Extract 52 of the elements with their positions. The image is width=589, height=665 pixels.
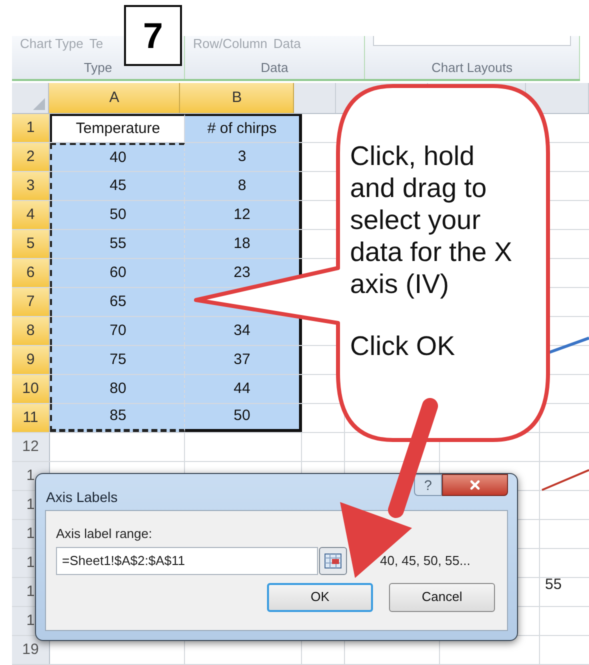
group-label: Data (260, 59, 288, 77)
table-cell: 18 (185, 230, 302, 258)
column-header[interactable]: B (180, 83, 294, 113)
table-cell: 80 (50, 375, 185, 403)
table-cell: 50 (50, 201, 185, 229)
row-header[interactable]: 7 (12, 288, 50, 316)
axis-label: 55 (545, 575, 562, 595)
table-cell: # of chirps (185, 114, 302, 142)
close-button[interactable] (442, 474, 508, 496)
table-cell: 12 (185, 201, 302, 229)
table-cell: 40 (50, 143, 185, 171)
field-label: Axis label range: (56, 525, 154, 543)
close-icon (468, 478, 482, 492)
table-cell: 60 (50, 259, 185, 287)
callout-note: Click OK (350, 330, 456, 362)
dialog-button[interactable]: Cancel (389, 582, 495, 612)
table-cell: 3 (185, 143, 302, 171)
table-cell: 44 (185, 375, 302, 403)
dialog-button[interactable]: OK (267, 582, 373, 612)
callout-text: Click, hold and drag to select your data for the X axis (IV) (350, 140, 514, 300)
table-cell: 50 (185, 404, 302, 432)
row-header[interactable]: 12 (12, 433, 50, 461)
row-header[interactable]: 10 (12, 375, 50, 403)
group-label: Type (84, 59, 112, 77)
table-cell: 70 (50, 317, 185, 345)
table-cell: 45 (50, 172, 185, 200)
range-input-field[interactable]: =Sheet1!$A$2:$A$11 (56, 546, 318, 574)
row-header[interactable]: 1 (12, 114, 50, 142)
row-header[interactable]: 8 (12, 317, 50, 345)
table-cell: 55 (50, 230, 185, 258)
step-number-badge: 7 (124, 5, 182, 66)
row-header[interactable]: 19 (12, 636, 50, 664)
row-header[interactable]: 5 (12, 230, 50, 258)
row-header[interactable]: 2 (12, 143, 50, 171)
row-header[interactable]: 11 (12, 404, 50, 432)
table-cell: 34 (185, 317, 302, 345)
preview-text: 40, 45, 50, 55... (380, 552, 470, 570)
column-header[interactable]: A (49, 83, 180, 113)
group-label: Chart Layouts (432, 59, 512, 77)
table-cell: 65 (50, 288, 185, 316)
range-select-icon (324, 552, 342, 568)
table-cell: Temperature (50, 114, 185, 142)
collapse-dialog-button[interactable] (319, 546, 347, 574)
table-cell: 8 (185, 172, 302, 200)
row-header[interactable]: 4 (12, 201, 50, 229)
row-header[interactable]: 3 (12, 172, 50, 200)
table-cell: 37 (185, 346, 302, 374)
table-cell: 85 (50, 404, 185, 432)
help-button[interactable]: ? (414, 474, 442, 496)
row-header[interactable]: 6 (12, 259, 50, 287)
row-header[interactable]: 9 (12, 346, 50, 374)
table-cell: 75 (50, 346, 185, 374)
